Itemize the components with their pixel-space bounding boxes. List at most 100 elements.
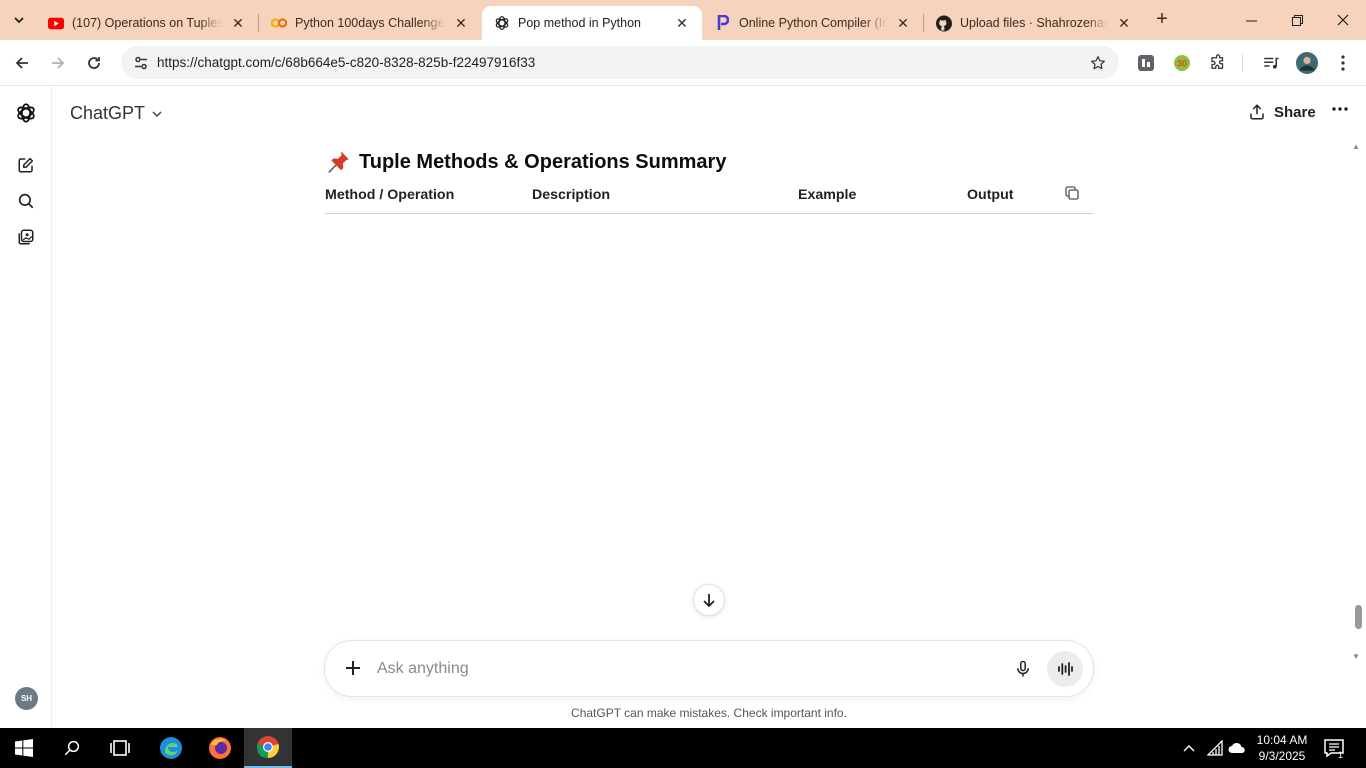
programiz-icon: [715, 15, 731, 31]
close-window-button[interactable]: [1320, 0, 1366, 40]
section-heading: Tuple Methods & Operations Summary: [325, 149, 726, 175]
table-header: Method / Operation: [325, 178, 532, 214]
chatgpt-icon: [494, 15, 510, 31]
tab-close-icon[interactable]: ✕: [230, 15, 246, 31]
reload-icon: [88, 57, 100, 69]
pushpin-icon: [328, 151, 349, 173]
tuple-methods-table: Method / Operation Description Example O…: [325, 178, 1093, 214]
chevron-down-icon: [14, 17, 24, 24]
reload-button[interactable]: [80, 49, 108, 77]
voice-mode-button[interactable]: [1047, 651, 1083, 687]
scrollbar-down-arrow[interactable]: ▼: [1352, 652, 1360, 661]
scroll-to-bottom-button[interactable]: [693, 584, 725, 616]
youtube-icon: [48, 15, 64, 31]
tab-close-icon[interactable]: ✕: [895, 15, 911, 31]
onedrive-cloud-icon[interactable]: [1227, 739, 1247, 757]
chatgpt-logo-icon[interactable]: [14, 101, 38, 125]
dictate-button[interactable]: [1011, 657, 1035, 681]
browser-tab-programiz[interactable]: Online Python Compiler (Inte ✕: [703, 6, 923, 40]
forward-button[interactable]: [44, 49, 72, 77]
table-header-row: Method / Operation Description Example O…: [325, 178, 1093, 214]
microphone-icon: [1017, 660, 1029, 677]
share-label: Share: [1274, 103, 1316, 121]
browser-tab-strip: (107) Operations on Tuples i ✕ Python 10…: [0, 0, 1366, 40]
model-name: ChatGPT: [70, 103, 146, 123]
model-selector[interactable]: ChatGPT: [70, 103, 163, 124]
taskbar-firefox[interactable]: [196, 728, 244, 768]
extension-badge-icon[interactable]: 30: [1171, 52, 1193, 74]
table-header: Example: [798, 178, 967, 214]
arrow-right-icon: [52, 57, 65, 69]
new-tab-button[interactable]: +: [1150, 8, 1174, 32]
windows-logo-icon: [15, 739, 33, 757]
prompt-input[interactable]: [377, 658, 977, 680]
close-icon: [1337, 14, 1349, 26]
url-text[interactable]: https://chatgpt.com/c/68b664e5-c820-8328…: [157, 55, 535, 70]
taskbar-chrome[interactable]: [244, 728, 292, 768]
scrollbar-up-arrow[interactable]: ▲: [1352, 142, 1360, 151]
bookmark-star-icon[interactable]: [1087, 52, 1109, 74]
browser-tab-colab[interactable]: Python 100days Challenge - ✕: [259, 6, 481, 40]
show-hidden-icons-chevron-icon[interactable]: [1181, 739, 1197, 757]
copy-table-icon[interactable]: [1063, 184, 1081, 206]
toolbar-divider: [1242, 54, 1243, 72]
firefox-icon: [209, 737, 231, 759]
browser-tab-github[interactable]: Upload files · Shahrozenase ✕: [924, 6, 1144, 40]
media-controls-icon[interactable]: [1260, 52, 1282, 74]
taskbar-search-button[interactable]: [48, 728, 96, 768]
extension-reader-icon[interactable]: [1135, 52, 1157, 74]
edge-icon: [160, 737, 182, 759]
user-avatar[interactable]: SH: [15, 687, 38, 710]
browser-tab-active[interactable]: Pop method in Python ✕: [482, 6, 702, 40]
chevron-down-icon: [152, 110, 162, 117]
table-header-output: Output: [967, 178, 1093, 214]
chat-header: ChatGPT Share: [52, 87, 1366, 140]
more-options-icon[interactable]: [1328, 101, 1352, 125]
browser-menu-icon[interactable]: [1332, 52, 1354, 74]
taskbar-edge[interactable]: [147, 728, 195, 768]
restore-icon: [1291, 14, 1303, 26]
site-settings-icon[interactable]: [130, 52, 152, 74]
back-button[interactable]: [8, 49, 36, 77]
task-view-button[interactable]: [96, 728, 144, 768]
library-icon[interactable]: [14, 225, 38, 249]
browser-toolbar: https://chatgpt.com/c/68b664e5-c820-8328…: [0, 40, 1366, 86]
browser-tab-youtube[interactable]: (107) Operations on Tuples i ✕: [36, 6, 258, 40]
network-icon[interactable]: [1205, 739, 1225, 757]
voice-waveform-icon: [1058, 662, 1073, 676]
new-chat-icon[interactable]: [14, 153, 38, 177]
tab-close-icon[interactable]: ✕: [674, 15, 690, 31]
search-chats-icon[interactable]: [14, 189, 38, 213]
svg-text:30: 30: [1177, 59, 1187, 69]
clock-date: 9/3/2025: [1258, 749, 1306, 763]
tab-close-icon[interactable]: ✕: [1116, 15, 1132, 31]
chatgpt-sidebar: SH: [0, 87, 52, 728]
clock-time: 10:04 AM: [1256, 733, 1308, 747]
attach-button[interactable]: [341, 656, 365, 680]
share-button[interactable]: Share: [1248, 103, 1316, 121]
chrome-icon: [257, 736, 279, 759]
tab-title: Python 100days Challenge -: [295, 16, 445, 30]
search-icon: [64, 740, 80, 756]
tab-title: Pop method in Python: [518, 16, 641, 30]
plus-icon: [346, 661, 360, 675]
message-composer: [324, 640, 1094, 697]
disclaimer-text: ChatGPT can make mistakes. Check importa…: [571, 706, 847, 720]
restore-button[interactable]: [1274, 0, 1320, 40]
tab-close-icon[interactable]: ✕: [453, 15, 469, 31]
minimize-button[interactable]: [1228, 0, 1274, 40]
notification-count: 1: [1338, 750, 1344, 760]
start-button[interactable]: [0, 728, 48, 768]
windows-taskbar: 10:04 AM 9/3/2025 1: [0, 728, 1366, 768]
tab-title: Online Python Compiler (Inte: [739, 16, 887, 30]
scrollbar-thumb[interactable]: [1355, 605, 1362, 629]
extensions-puzzle-icon[interactable]: [1207, 52, 1229, 74]
arrow-down-icon: [703, 594, 715, 608]
taskbar-clock[interactable]: 10:04 AM 9/3/2025: [1250, 732, 1314, 764]
address-bar[interactable]: https://chatgpt.com/c/68b664e5-c820-8328…: [121, 46, 1119, 79]
profile-avatar[interactable]: [1296, 52, 1318, 74]
tab-search-button[interactable]: [6, 7, 32, 33]
colab-icon: [271, 15, 287, 31]
tab-title: Upload files · Shahrozenase: [960, 16, 1108, 30]
minimize-icon: [1245, 20, 1257, 21]
